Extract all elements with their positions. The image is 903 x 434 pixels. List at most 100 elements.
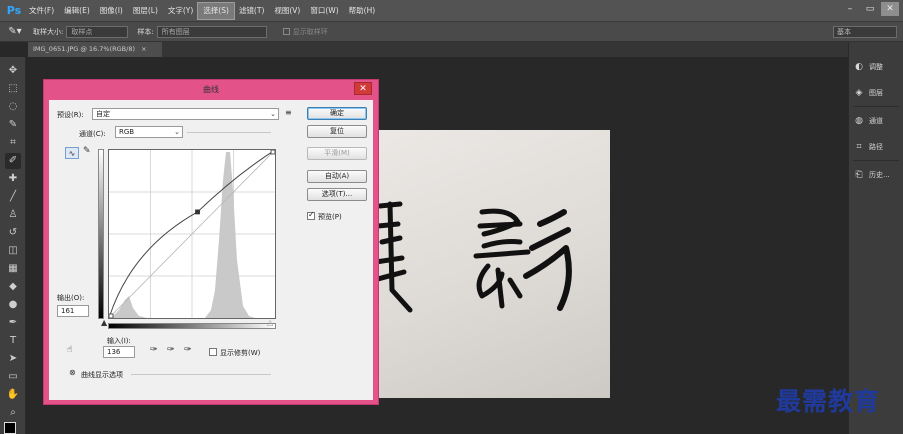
panel-adjustments[interactable]: ◐ 调整 [852,58,901,76]
stamp-tool-icon[interactable]: ♙ [5,207,21,223]
move-tool-icon[interactable]: ✥ [5,63,21,79]
panel-divider [853,106,899,107]
black-eyedropper-icon[interactable]: ✑ [150,345,158,355]
chevron-down-icon: ⌄ [270,110,276,118]
quick-select-tool-icon[interactable]: ✎ [5,117,21,133]
history-icon: ⎗ [855,170,863,180]
menu-select[interactable]: 选择(S) [197,1,235,20]
white-eyedropper-icon[interactable]: ✑ [184,345,192,355]
preset-label: 预设(R): [57,111,84,119]
document-canvas-image[interactable] [370,130,610,398]
sample-select[interactable]: 所有图层 [156,25,267,38]
divider-line [131,374,271,375]
target-adjust-icon[interactable]: ☝ [67,345,72,355]
right-panel-dock: ◐ 调整 ◈ 图层 ◍ 通道 ⌗ 路径 ⎗ 历史... [848,42,903,434]
foreground-color-swatch[interactable] [4,422,16,434]
hand-tool-icon[interactable]: ✋ [5,387,21,403]
panel-history[interactable]: ⎗ 历史... [852,166,901,184]
panel-paths[interactable]: ⌗ 路径 [852,138,901,156]
restore-button[interactable]: ▭ [861,2,879,16]
reset-button[interactable]: 复位 [307,125,367,138]
pen-tool-icon[interactable]: ✒ [5,315,21,331]
preset-options-icon[interactable]: ≡ [285,108,292,117]
dodge-tool-icon[interactable]: ● [5,297,21,313]
photoshop-logo: Ps [6,3,22,17]
gradient-tool-icon[interactable]: ▦ [5,261,21,277]
preview-label: 预览(P) [318,213,342,221]
document-tab[interactable]: IMG_0651.JPG @ 16.7%(RGB/8) × [28,42,162,57]
menu-help[interactable]: 帮助(H) [344,3,381,19]
expand-options-icon[interactable]: ⊗ [69,368,76,377]
options-bar: ✎▾ 取样大小: 取样点 样本: 所有图层 显示取样环 基本 [0,22,903,42]
show-clipping-checkbox[interactable] [209,348,217,356]
close-window-button[interactable]: ✕ [881,2,899,16]
minimize-button[interactable]: – [841,2,859,16]
smooth-button[interactable]: 平滑(M) [307,147,367,160]
channel-select-value: RGB [119,128,135,136]
options-button[interactable]: 选项(T)... [307,188,367,201]
menu-layer[interactable]: 图层(L) [128,3,163,19]
eraser-tool-icon[interactable]: ◫ [5,243,21,259]
menu-window[interactable]: 窗口(W) [305,3,343,19]
blur-tool-icon[interactable]: ◆ [5,279,21,295]
panel-history-label: 历史... [869,171,890,179]
menu-type[interactable]: 文字(Y) [163,3,198,19]
panel-channels-label: 通道 [869,117,883,125]
zoom-tool-icon[interactable]: ⌕ [5,405,21,421]
menu-view[interactable]: 视图(V) [269,3,305,19]
eyedropper-tool-icon[interactable]: ✐ [5,153,21,169]
panel-channels[interactable]: ◍ 通道 [852,112,901,130]
input-gradient-bar [108,323,276,329]
menu-filter[interactable]: 滤镜(T) [234,3,269,19]
histogram-peak [205,152,255,318]
dialog-title: 曲线 [203,85,219,94]
input-label: 输入(I): [107,337,131,345]
menu-edit[interactable]: 编辑(E) [59,3,95,19]
white-point-slider-icon[interactable]: △ [267,318,273,327]
paths-icon: ⌗ [856,142,862,152]
crop-tool-icon[interactable]: ⌗ [5,135,21,151]
panel-layers[interactable]: ◈ 图层 [852,84,901,102]
curve-graph-svg [108,149,276,319]
output-field[interactable]: 161 [57,305,89,317]
channel-select[interactable]: RGB ⌄ [115,126,183,138]
history-brush-tool-icon[interactable]: ↺ [5,225,21,241]
ok-button[interactable]: 确定 [307,107,367,120]
marquee-tool-icon[interactable]: ⬚ [5,81,21,97]
curve-control-point[interactable] [270,149,276,155]
preview-checkbox[interactable] [307,210,315,220]
panel-adjustments-label: 调整 [869,63,883,71]
watermark-text: 最需教育 [776,387,881,416]
sample-label: 样本: [137,27,154,36]
black-point-slider-icon[interactable]: ▲ [101,318,107,327]
sample-size-label: 取样大小: [33,27,64,36]
output-label: 输出(O): [57,294,85,302]
curve-edit-points-icon[interactable]: ∿ [65,147,79,159]
curve-control-point[interactable] [108,313,114,319]
lasso-tool-icon[interactable]: ◌ [5,99,21,115]
show-ring-checkbox[interactable] [282,28,290,35]
input-field[interactable]: 136 [103,346,135,358]
path-select-tool-icon[interactable]: ➤ [5,351,21,367]
show-ring-label: 显示取样环 [292,27,328,36]
channel-label: 通道(C): [79,130,106,138]
curve-graph[interactable] [108,149,276,319]
close-tab-icon[interactable]: × [141,45,146,53]
preset-select-value: 自定 [96,110,110,118]
auto-button[interactable]: 自动(A) [307,170,367,183]
preset-select[interactable]: 自定 ⌄ [92,108,279,120]
workspace-select[interactable]: 基本 [833,26,897,38]
gray-eyedropper-icon[interactable]: ✑ [167,345,175,355]
dialog-close-button[interactable]: ✕ [354,82,372,95]
type-tool-icon[interactable]: T [5,333,21,349]
healing-tool-icon[interactable]: ✚ [5,171,21,187]
brush-tool-icon[interactable]: ╱ [5,189,21,205]
shape-tool-icon[interactable]: ▭ [5,369,21,385]
adjustments-icon: ◐ [855,62,863,72]
eyedropper-icon[interactable]: ✎▾ [0,26,30,37]
menu-file[interactable]: 文件(F) [24,3,59,19]
curve-control-point[interactable] [195,209,200,215]
sample-size-select[interactable]: 取样点 [66,25,129,38]
curve-pencil-icon[interactable]: ✎ [83,146,91,156]
menu-image[interactable]: 图像(I) [95,3,128,19]
